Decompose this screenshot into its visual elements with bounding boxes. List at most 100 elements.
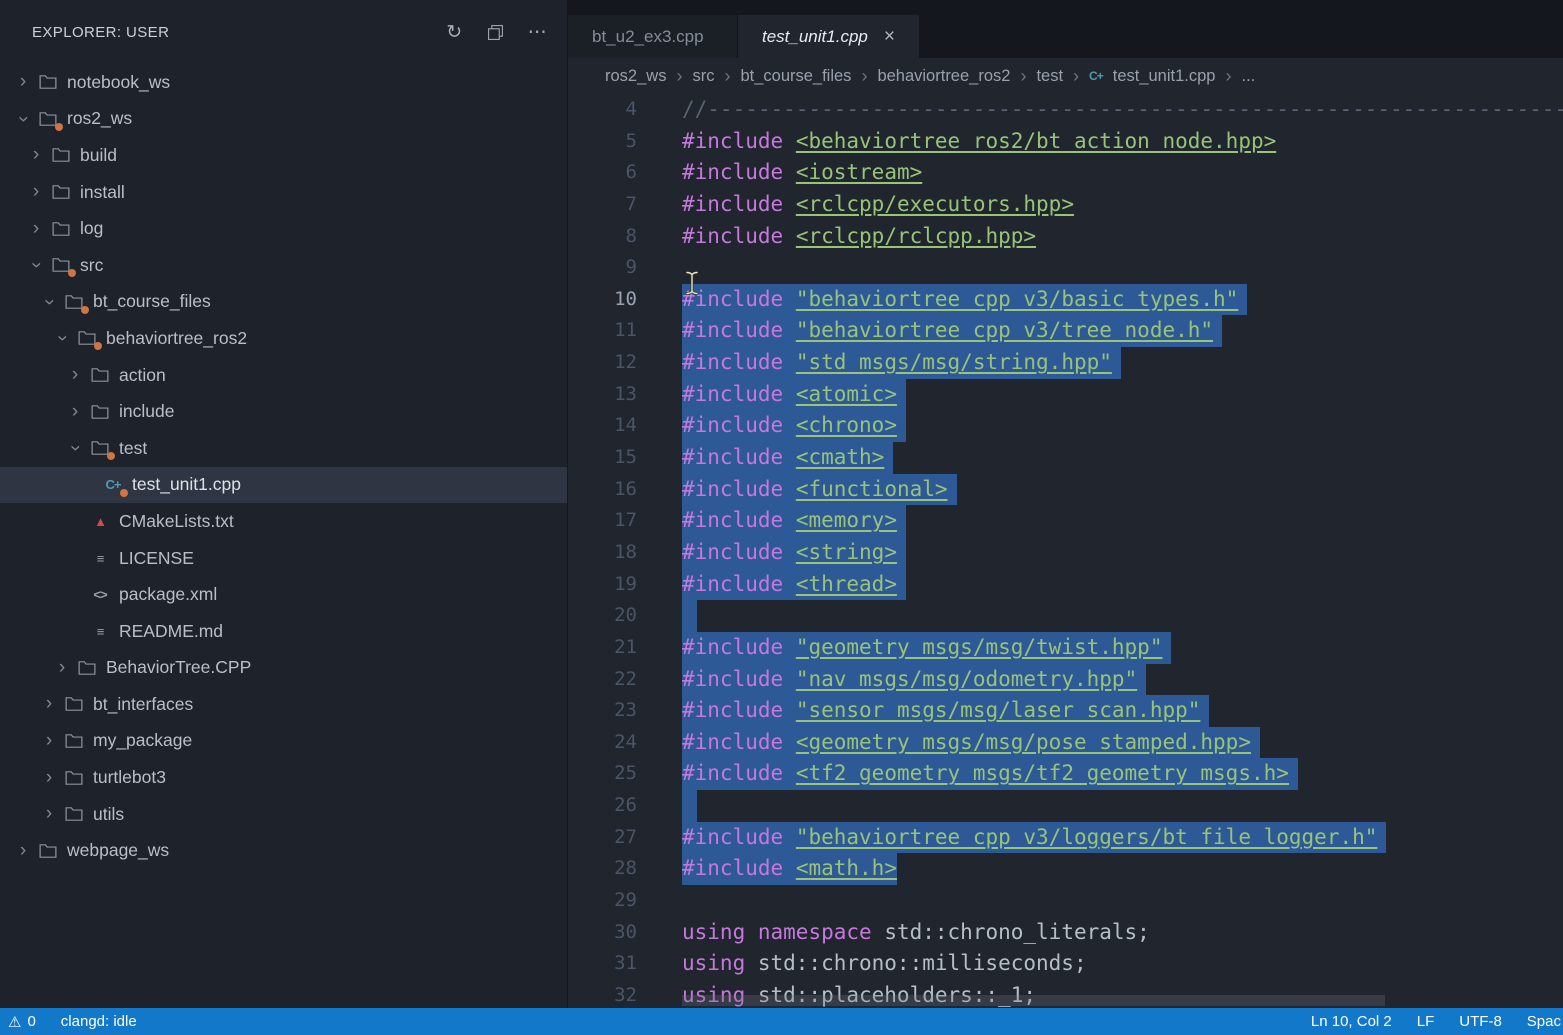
breadcrumb: ros2_ws›src›bt_course_files›behaviortree…	[568, 58, 1563, 94]
code-line[interactable]: 16#include <functional>	[568, 474, 1563, 506]
tree-item-utils[interactable]: ›utils	[0, 796, 567, 833]
encoding-indicator[interactable]: UTF-8	[1459, 1013, 1502, 1030]
code-line[interactable]: 10#include "behaviortree_cpp_v3/basic_ty…	[568, 284, 1563, 316]
tree-item-my_package[interactable]: ›my_package	[0, 723, 567, 760]
code-line[interactable]: 21#include "geometry_msgs/msg/twist.hpp"	[568, 632, 1563, 664]
code-line[interactable]: 19#include <thread>	[568, 569, 1563, 601]
tree-item-package.xml[interactable]: <>package.xml	[0, 576, 567, 613]
cpp-file-icon: C+	[1089, 69, 1103, 83]
line-content: #include "behaviortree_cpp_v3/loggers/bt…	[637, 822, 1386, 854]
code-line[interactable]: 5#include <behaviortree_ros2/bt_action_n…	[568, 126, 1563, 158]
tree-item-turtlebot3[interactable]: ›turtlebot3	[0, 759, 567, 796]
line-number: 14	[568, 410, 637, 442]
selection-highlight: #include <memory>	[682, 505, 906, 537]
chevron-right-icon: ›	[62, 401, 88, 423]
refresh-icon[interactable]: ↻	[446, 23, 462, 42]
code-line[interactable]: 31using std::chrono::milliseconds;	[568, 948, 1563, 980]
breadcrumb-item[interactable]: test_unit1.cpp	[1113, 67, 1216, 86]
selection-highlight: #include "behaviortree_cpp_v3/tree_node.…	[682, 315, 1222, 347]
line-number: 18	[568, 537, 637, 569]
eol-indicator[interactable]: LF	[1417, 1013, 1435, 1030]
folder-icon	[49, 219, 73, 239]
tree-item-CMakeLists.txt[interactable]: ▲CMakeLists.txt	[0, 503, 567, 540]
line-number: 9	[568, 252, 637, 284]
tree-item-bt_course_files[interactable]: ›bt_course_files	[0, 284, 567, 321]
folder-icon	[49, 145, 73, 165]
tree-item-test[interactable]: ›test	[0, 430, 567, 467]
collapse-folders-icon[interactable]	[487, 24, 504, 41]
code-line[interactable]: 29	[568, 885, 1563, 917]
status-right: Ln 10, Col 2 LF UTF-8 Spac	[1311, 1013, 1561, 1030]
cursor-position[interactable]: Ln 10, Col 2	[1311, 1013, 1392, 1030]
code-line[interactable]: 13#include <atomic>	[568, 379, 1563, 411]
tree-item-label: install	[80, 182, 125, 203]
code-line[interactable]: 22#include "nav_msgs/msg/odometry.hpp"	[568, 664, 1563, 696]
code-line[interactable]: 8#include <rclcpp/rclcpp.hpp>	[568, 221, 1563, 253]
tree-item-ros2_ws[interactable]: ›ros2_ws	[0, 101, 567, 138]
tree-item-BehaviorTree.CPP[interactable]: ›BehaviorTree.CPP	[0, 650, 567, 687]
tree-item-label: build	[80, 145, 117, 166]
selection-highlight: #include "sensor_msgs/msg/laser_scan.hpp…	[682, 695, 1209, 727]
breadcrumb-item[interactable]: behaviortree_ros2	[877, 67, 1010, 86]
breadcrumb-item[interactable]: src	[692, 67, 714, 86]
code-line[interactable]: 17#include <memory>	[568, 505, 1563, 537]
close-icon[interactable]: ×	[884, 27, 895, 46]
folder-icon	[88, 365, 112, 385]
tree-item-LICENSE[interactable]: ≡LICENSE	[0, 540, 567, 577]
tab-label: test_unit1.cpp	[762, 27, 868, 47]
code-line[interactable]: 25#include <tf2_geometry_msgs/tf2_geomet…	[568, 758, 1563, 790]
tree-item-action[interactable]: ›action	[0, 357, 567, 394]
line-content	[637, 600, 697, 632]
code-line[interactable]: 24#include <geometry_msgs/msg/pose_stamp…	[568, 727, 1563, 759]
status-bar: ⚠ 0 clangd: idle Ln 10, Col 2 LF UTF-8 S…	[0, 1008, 1563, 1035]
problems-indicator[interactable]: ⚠ 0	[8, 1013, 36, 1031]
indentation-indicator[interactable]: Spac	[1527, 1013, 1561, 1030]
code-line[interactable]: 20	[568, 600, 1563, 632]
line-content	[637, 885, 682, 917]
tree-item-install[interactable]: ›install	[0, 174, 567, 211]
code-line[interactable]: 14#include <chrono>	[568, 410, 1563, 442]
explorer-header: EXPLORER: USER ↻ ⋯	[0, 0, 567, 64]
tree-item-README.md[interactable]: ≡README.md	[0, 613, 567, 650]
code-line[interactable]: 6#include <iostream>	[568, 157, 1563, 189]
tab-test_unit1.cpp[interactable]: test_unit1.cpp ×	[738, 15, 919, 58]
tree-item-build[interactable]: ›build	[0, 137, 567, 174]
code-line[interactable]: 27#include "behaviortree_cpp_v3/loggers/…	[568, 822, 1563, 854]
horizontal-scrollbar[interactable]	[682, 995, 1385, 1006]
tree-item-test_unit1.cpp[interactable]: C+test_unit1.cpp	[0, 467, 567, 504]
code-line[interactable]: 26	[568, 790, 1563, 822]
selection-highlight: #include <cmath>	[682, 442, 893, 474]
breadcrumb-item[interactable]: ...	[1241, 67, 1255, 86]
tree-item-behaviortree_ros2[interactable]: ›behaviortree_ros2	[0, 320, 567, 357]
tree-item-include[interactable]: ›include	[0, 393, 567, 430]
code-line[interactable]: 15#include <cmath>	[568, 442, 1563, 474]
tree-item-log[interactable]: ›log	[0, 210, 567, 247]
line-number: 30	[568, 917, 637, 949]
tree-item-webpage_ws[interactable]: ›webpage_ws	[0, 832, 567, 869]
code-line[interactable]: 11#include "behaviortree_cpp_v3/tree_nod…	[568, 315, 1563, 347]
code-line[interactable]: 18#include <string>	[568, 537, 1563, 569]
tab-bar: bt_u2_ex3.cpp test_unit1.cpp ×	[568, 0, 1563, 58]
tree-item-src[interactable]: ›src	[0, 247, 567, 284]
breadcrumb-item[interactable]: test	[1036, 67, 1063, 86]
code-line[interactable]: 12#include "std_msgs/msg/string.hpp"	[568, 347, 1563, 379]
code-line[interactable]: 9	[568, 252, 1563, 284]
code-line[interactable]: 4//-------------------------------------…	[568, 94, 1563, 126]
code-line[interactable]: 30using namespace std::chrono_literals;	[568, 917, 1563, 949]
code-line[interactable]: 28#include <math.h>	[568, 853, 1563, 885]
code-line[interactable]: 23#include "sensor_msgs/msg/laser_scan.h…	[568, 695, 1563, 727]
code-editor[interactable]: 4//-------------------------------------…	[568, 94, 1563, 1008]
tree-item-label: behaviortree_ros2	[106, 328, 247, 349]
folder-icon	[88, 438, 112, 458]
tree-item-bt_interfaces[interactable]: ›bt_interfaces	[0, 686, 567, 723]
tree-item-notebook_ws[interactable]: ›notebook_ws	[0, 64, 567, 101]
chevron-down-icon: ›	[12, 106, 34, 132]
line-content: using std::chrono::milliseconds;	[637, 948, 1087, 980]
more-actions-icon[interactable]: ⋯	[528, 23, 547, 42]
tab-bt_u2_ex3.cpp[interactable]: bt_u2_ex3.cpp	[568, 15, 738, 58]
clangd-status[interactable]: clangd: idle	[61, 1013, 137, 1030]
code-line[interactable]: 7#include <rclcpp/executors.hpp>	[568, 189, 1563, 221]
folder-icon	[36, 72, 60, 92]
breadcrumb-item[interactable]: ros2_ws	[605, 67, 666, 86]
breadcrumb-item[interactable]: bt_course_files	[740, 67, 851, 86]
